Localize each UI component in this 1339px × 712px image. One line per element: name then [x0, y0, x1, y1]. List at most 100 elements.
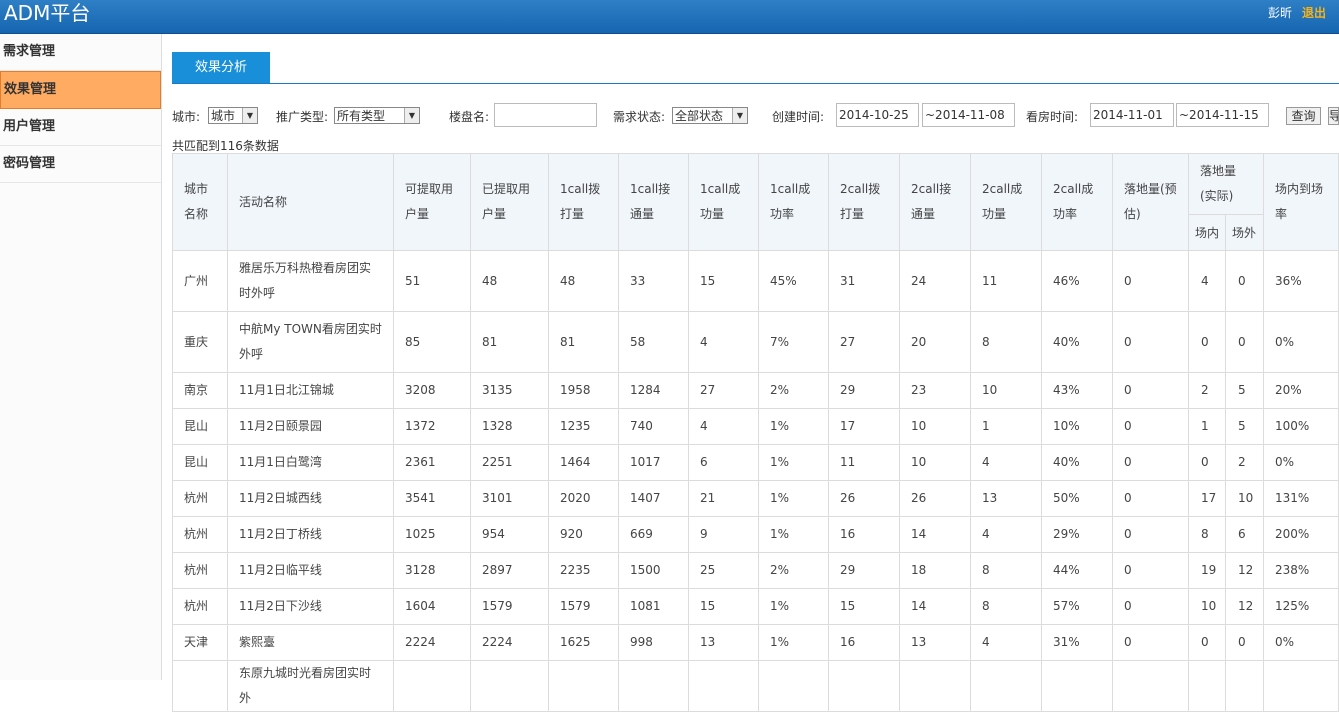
cell-inside: 1 [1188, 408, 1226, 445]
tab-effect-analysis[interactable]: 效果分析 [172, 52, 270, 83]
cell-landed-estimate: 0 [1112, 624, 1189, 661]
cell-arrival-rate: 200% [1263, 516, 1339, 553]
city-select[interactable]: 城市 ▼ [208, 107, 258, 124]
cell-available: 85 [393, 311, 471, 373]
cell-1call-success: 9 [688, 516, 759, 553]
col-header-landed-estimate: 落地量(预估) [1112, 153, 1189, 251]
cell-city: 天津 [172, 624, 228, 661]
status-select-value: 全部状态 [675, 109, 724, 123]
cell-activity: 11月2日颐景园 [227, 408, 394, 445]
table-row: 昆山 11月1日白鹭湾 2361 2251 1464 1017 6 1% 11 10 4 40% 0 0 2… [172, 444, 1339, 481]
cell-1call-connect [618, 660, 689, 712]
cell-landed-estimate: 0 [1112, 250, 1189, 312]
city-select-value: 城市 [211, 109, 236, 123]
cell-1call-rate: 2% [758, 372, 829, 409]
visit-start-input[interactable]: 2014-11-01 [1090, 103, 1174, 127]
cell-inside: 4 [1188, 250, 1226, 312]
col-header-available: 可提取用户量 [393, 153, 471, 251]
table-row: 杭州 11月2日下沙线 1604 1579 1579 1081 15 1% 15 14 8 57% 0 1… [172, 588, 1339, 625]
sidebar-item-demand[interactable]: 需求管理 [0, 34, 161, 71]
cell-inside [1188, 660, 1226, 712]
cell-2call-rate: 40% [1041, 444, 1113, 481]
building-input[interactable] [494, 103, 597, 127]
table-row: 天津 紫熙臺 2224 2224 1625 998 13 1% 16 13 4 31% 0 0 0 0% [172, 624, 1339, 661]
cell-inside: 0 [1188, 311, 1226, 373]
cell-2call-connect: 18 [899, 552, 971, 589]
cell-2call-success [970, 660, 1042, 712]
col-header-1call-connect: 1call接通量 [618, 153, 689, 251]
cell-2call-rate: 29% [1041, 516, 1113, 553]
cell-1call-dial: 2020 [548, 480, 619, 517]
cell-inside: 8 [1188, 516, 1226, 553]
cell-2call-success: 8 [970, 552, 1042, 589]
cell-1call-success: 27 [688, 372, 759, 409]
status-select[interactable]: 全部状态 ▼ [672, 107, 748, 124]
cell-2call-success: 8 [970, 588, 1042, 625]
col-header-extracted: 已提取用户量 [470, 153, 549, 251]
cell-available: 1025 [393, 516, 471, 553]
cell-1call-connect: 1017 [618, 444, 689, 481]
cell-extracted: 2224 [470, 624, 549, 661]
cell-activity: 11月2日城西线 [227, 480, 394, 517]
sidebar: 需求管理 效果管理 用户管理 密码管理 [0, 34, 162, 680]
cell-city: 杭州 [172, 588, 228, 625]
cell-inside: 0 [1188, 624, 1226, 661]
visit-end-input[interactable]: ~2014-11-15 [1176, 103, 1269, 127]
filter-bar: 城市: 城市 ▼ 推广类型: 所有类型 ▼ 楼盘名: 需求状态: 全部状态 ▼ … [172, 103, 1339, 127]
cell-available: 51 [393, 250, 471, 312]
create-start-input[interactable]: 2014-10-25 [836, 103, 919, 127]
cell-activity: 东原九城时光看房团实时外 [227, 660, 394, 712]
cell-arrival-rate: 238% [1263, 552, 1339, 589]
result-count: 共匹配到116条数据 [172, 139, 279, 153]
chevron-down-icon: ▼ [404, 108, 419, 123]
cell-1call-dial: 1235 [548, 408, 619, 445]
logout-link[interactable]: 退出 [1302, 4, 1326, 21]
type-label: 推广类型: [276, 110, 329, 124]
cell-1call-dial: 2235 [548, 552, 619, 589]
sidebar-item-users[interactable]: 用户管理 [0, 109, 161, 146]
cell-2call-connect: 10 [899, 444, 971, 481]
cell-2call-dial: 29 [828, 372, 900, 409]
cell-1call-rate: 45% [758, 250, 829, 312]
cell-1call-dial: 1464 [548, 444, 619, 481]
cell-extracted: 48 [470, 250, 549, 312]
cell-landed-estimate [1112, 660, 1189, 712]
create-end-input[interactable]: ~2014-11-08 [922, 103, 1015, 127]
status-label: 需求状态: [613, 110, 666, 124]
query-button[interactable]: 查询 [1286, 107, 1321, 125]
cell-arrival-rate: 131% [1263, 480, 1339, 517]
cell-available: 3128 [393, 552, 471, 589]
cell-outside: 5 [1225, 372, 1264, 409]
cell-1call-connect: 1284 [618, 372, 689, 409]
type-select[interactable]: 所有类型 ▼ [334, 107, 420, 124]
cell-2call-success: 10 [970, 372, 1042, 409]
cell-2call-connect: 26 [899, 480, 971, 517]
export-button[interactable]: 导 [1328, 107, 1339, 125]
cell-2call-success: 8 [970, 311, 1042, 373]
sidebar-item-effect[interactable]: 效果管理 [0, 71, 161, 109]
chevron-down-icon: ▼ [732, 108, 747, 123]
cell-landed-estimate: 0 [1112, 444, 1189, 481]
cell-available: 3208 [393, 372, 471, 409]
top-bar: ADM平台 彭昕 退出 [0, 0, 1339, 34]
cell-extracted [470, 660, 549, 712]
cell-city: 昆山 [172, 444, 228, 481]
cell-city: 杭州 [172, 552, 228, 589]
cell-1call-success [688, 660, 759, 712]
city-label: 城市: [172, 110, 201, 124]
cell-arrival-rate: 0% [1263, 311, 1339, 373]
cell-extracted: 1328 [470, 408, 549, 445]
cell-2call-connect: 20 [899, 311, 971, 373]
results-table: 城市名称 活动名称 可提取用户量 已提取用户量 1call拨打量 1call接通… [172, 153, 1339, 712]
cell-2call-success: 1 [970, 408, 1042, 445]
cell-2call-rate: 44% [1041, 552, 1113, 589]
cell-2call-rate: 40% [1041, 311, 1113, 373]
cell-1call-connect: 1407 [618, 480, 689, 517]
sidebar-item-password[interactable]: 密码管理 [0, 146, 161, 183]
cell-city: 昆山 [172, 408, 228, 445]
cell-2call-rate: 57% [1041, 588, 1113, 625]
cell-outside: 12 [1225, 588, 1264, 625]
cell-inside: 19 [1188, 552, 1226, 589]
table-row: 重庆 中航My TOWN看房团实时外呼 85 81 81 58 4 7% 27 20 8 40% 0 0 0… [172, 311, 1339, 373]
cell-available: 2361 [393, 444, 471, 481]
